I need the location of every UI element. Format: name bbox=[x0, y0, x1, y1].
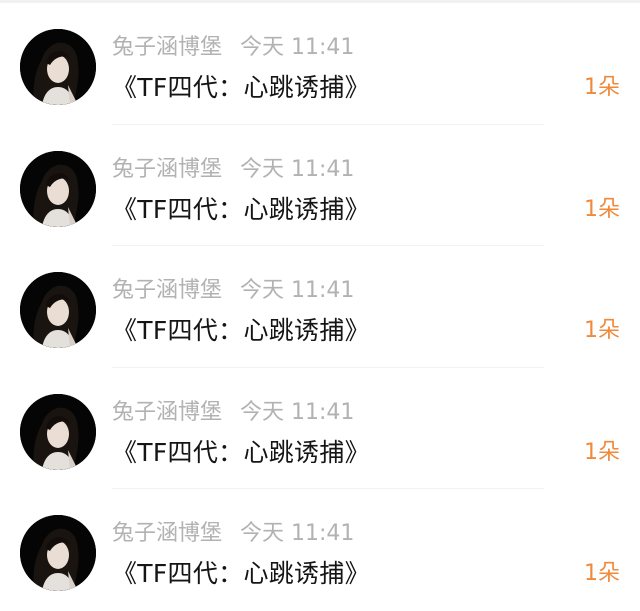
message-meta: 兔子涵博堡 今天 11:41 bbox=[112, 276, 354, 306]
list-item[interactable]: 兔子涵博堡 今天 11:41 《TF四代：心跳诱捕》 1朵 bbox=[0, 3, 640, 125]
message-text: 《TF四代：心跳诱捕》 bbox=[112, 73, 370, 102]
flower-count: 1朵 bbox=[584, 196, 620, 222]
sender-name[interactable]: 兔子涵博堡 bbox=[112, 35, 222, 60]
flower-count: 1朵 bbox=[584, 439, 620, 465]
flower-count: 1朵 bbox=[584, 561, 620, 587]
message-text: 《TF四代：心跳诱捕》 bbox=[112, 316, 370, 346]
sender-name[interactable]: 兔子涵博堡 bbox=[112, 278, 222, 303]
avatar[interactable] bbox=[20, 150, 96, 227]
sender-name[interactable]: 兔子涵博堡 bbox=[112, 157, 222, 182]
message-list: 兔子涵博堡 今天 11:41 《TF四代：心跳诱捕》 1朵 兔子涵博堡 今天 11:… bbox=[0, 3, 640, 611]
sender-name[interactable]: 兔子涵博堡 bbox=[112, 400, 222, 425]
message-meta: 兔子涵博堡 今天 11:41 bbox=[112, 398, 354, 428]
list-item[interactable]: 兔子涵博堡 今天 11:41 《TF四代：心跳诱捕》 1朵 bbox=[0, 368, 640, 490]
flower-count: 1朵 bbox=[584, 75, 620, 100]
timestamp: 今天 11:41 bbox=[240, 521, 355, 547]
timestamp: 今天 11:41 bbox=[240, 399, 355, 425]
message-meta: 兔子涵博堡 今天 11:41 bbox=[112, 33, 354, 63]
timestamp: 今天 11:41 bbox=[240, 35, 355, 60]
list-item[interactable]: 兔子涵博堡 今天 11:41 《TF四代：心跳诱捕》 1朵 bbox=[0, 246, 640, 368]
message-meta: 兔子涵博堡 今天 11:41 bbox=[112, 155, 354, 185]
avatar[interactable] bbox=[20, 393, 96, 470]
list-item[interactable]: 兔子涵博堡 今天 11:41 《TF四代：心跳诱捕》 1朵 bbox=[0, 489, 640, 611]
timestamp: 今天 11:41 bbox=[240, 278, 355, 304]
flower-count: 1朵 bbox=[584, 318, 620, 344]
message-text: 《TF四代：心跳诱捕》 bbox=[112, 437, 370, 467]
list-item[interactable]: 兔子涵博堡 今天 11:41 《TF四代：心跳诱捕》 1朵 bbox=[0, 125, 640, 247]
message-text: 《TF四代：心跳诱捕》 bbox=[112, 194, 370, 224]
message-text: 《TF四代：心跳诱捕》 bbox=[112, 559, 370, 589]
avatar[interactable] bbox=[20, 515, 96, 592]
avatar[interactable] bbox=[20, 29, 96, 105]
message-meta: 兔子涵博堡 今天 11:41 bbox=[112, 519, 354, 549]
sender-name[interactable]: 兔子涵博堡 bbox=[112, 521, 222, 546]
timestamp: 今天 11:41 bbox=[240, 156, 355, 182]
avatar[interactable] bbox=[20, 272, 96, 349]
